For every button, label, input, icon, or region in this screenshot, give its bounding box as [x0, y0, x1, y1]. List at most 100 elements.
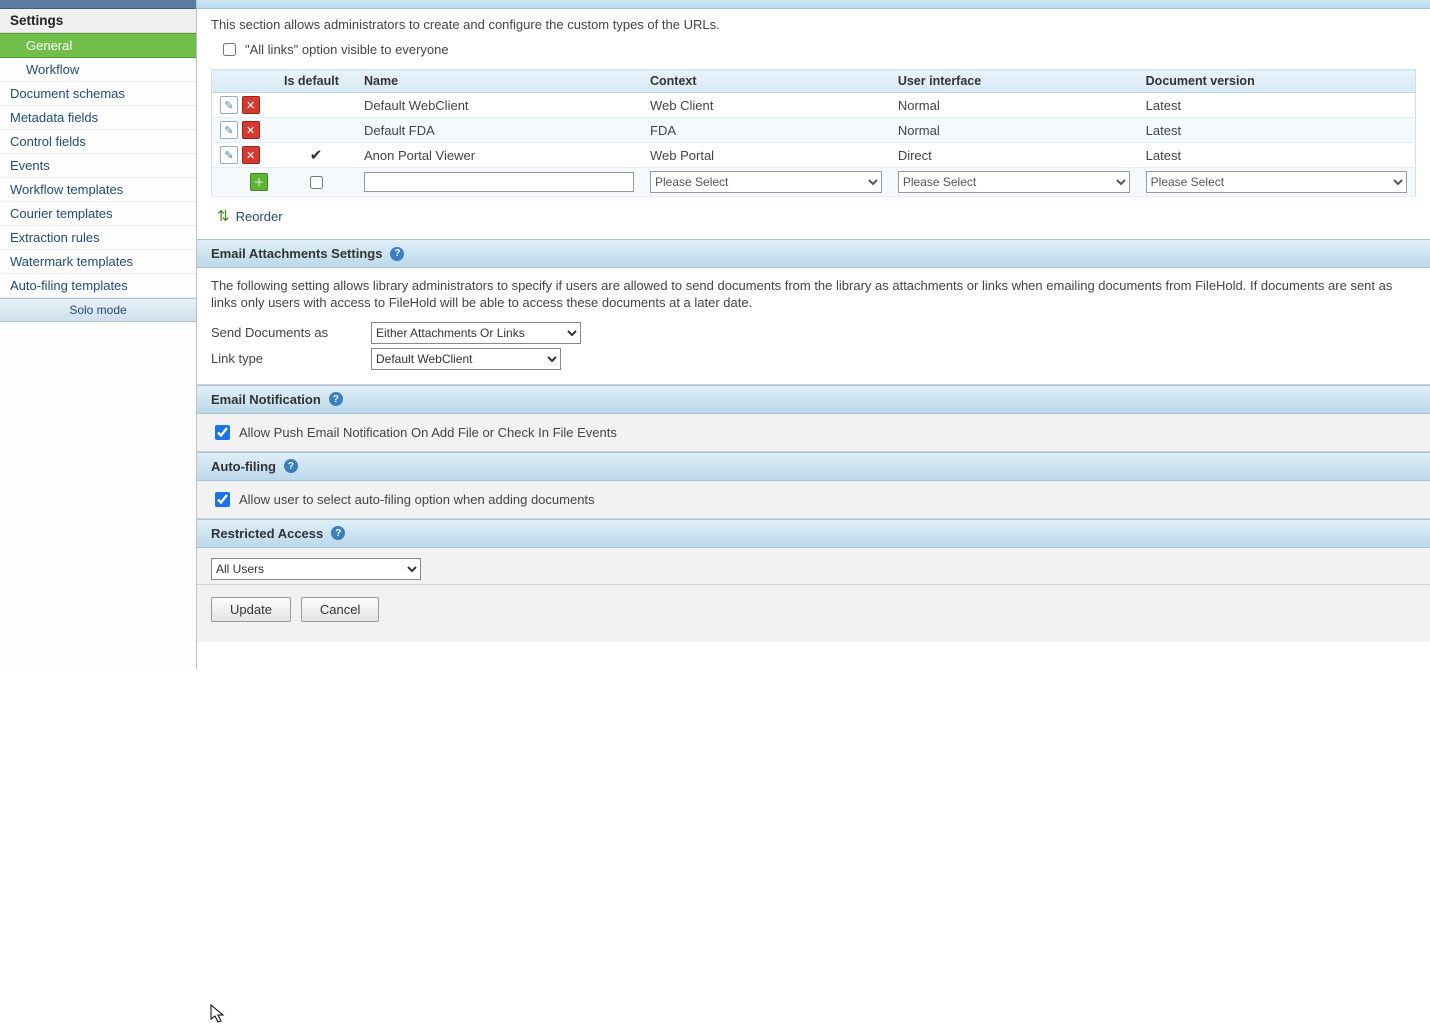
all-links-option-row: "All links" option visible to everyone [197, 36, 1430, 69]
sidebar-item-label: Workflow [26, 62, 79, 77]
section-title: Email Attachments Settings [211, 246, 382, 261]
table-row-new: ＋ Please Select Please Select Please Sel… [212, 168, 1416, 197]
allow-push-checkbox[interactable] [215, 425, 230, 440]
new-ui-select[interactable]: Please Select [898, 171, 1130, 193]
section-email-attachments-body: The following setting allows library adm… [197, 268, 1430, 385]
cell-docver: Latest [1138, 118, 1416, 143]
allow-autofiling-label: Allow user to select auto-filing option … [239, 492, 595, 507]
section-title: Restricted Access [211, 526, 323, 541]
section-email-notification-header: Email Notification ? [197, 385, 1430, 414]
edit-icon[interactable]: ✎ [220, 121, 238, 139]
edit-icon[interactable]: ✎ [220, 96, 238, 114]
all-links-label: "All links" option visible to everyone [245, 42, 449, 57]
reorder-label: Reorder [236, 209, 283, 224]
sidebar-item-label: Control fields [10, 134, 86, 149]
table-row: ✎ ✕ ✔ Anon Portal Viewer Web Portal Dire… [212, 143, 1416, 168]
sidebar-item-metadata-fields[interactable]: Metadata fields [0, 106, 196, 130]
cell-docver: Latest [1138, 143, 1416, 168]
content: This section allows administrators to cr… [197, 9, 1430, 642]
delete-icon[interactable]: ✕ [242, 96, 260, 114]
new-isdefault-checkbox[interactable] [310, 176, 323, 189]
update-button[interactable]: Update [211, 597, 291, 622]
add-icon[interactable]: ＋ [250, 173, 268, 191]
sidebar: Settings General Workflow Document schem… [0, 0, 197, 669]
table-row: ✎ ✕ Default WebClient Web Client Normal … [212, 93, 1416, 118]
col-docver-header: Document version [1138, 70, 1416, 93]
col-context-header: Context [642, 70, 890, 93]
sidebar-item-label: Auto-filing templates [10, 278, 128, 293]
sidebar-item-label: Watermark templates [10, 254, 133, 269]
email-notification-body: Allow Push Email Notification On Add Fil… [197, 414, 1430, 452]
col-isdefault-header: Is default [276, 70, 356, 93]
new-context-select[interactable]: Please Select [650, 171, 882, 193]
url-section-intro: This section allows administrators to cr… [197, 9, 1430, 36]
col-ui-header: User interface [890, 70, 1138, 93]
sidebar-item-workflow-templates[interactable]: Workflow templates [0, 178, 196, 202]
sidebar-item-label: Extraction rules [10, 230, 100, 245]
edit-icon[interactable]: ✎ [220, 146, 238, 164]
mouse-cursor-icon [210, 1004, 226, 1024]
sidebar-item-autofiling-templates[interactable]: Auto-filing templates [0, 274, 196, 298]
cancel-button[interactable]: Cancel [301, 597, 379, 622]
url-types-table: Is default Name Context User interface D… [211, 69, 1416, 197]
restricted-access-select[interactable]: All Users [211, 558, 421, 580]
sidebar-item-general[interactable]: General [0, 33, 196, 58]
section-auto-filing-header: Auto-filing ? [197, 452, 1430, 481]
delete-icon[interactable]: ✕ [242, 146, 260, 164]
cell-name: Default WebClient [356, 93, 642, 118]
solo-mode-label: Solo mode [69, 303, 126, 317]
sidebar-item-extraction-rules[interactable]: Extraction rules [0, 226, 196, 250]
main-panel: This section allows administrators to cr… [197, 0, 1430, 669]
cell-isdefault: ✔ [276, 143, 356, 168]
sidebar-item-label: Courier templates [10, 206, 113, 221]
cell-context: FDA [642, 118, 890, 143]
cell-ui: Normal [890, 118, 1138, 143]
link-type-label: Link type [211, 351, 371, 366]
help-icon[interactable]: ? [284, 459, 298, 473]
sidebar-top-strip [0, 0, 196, 9]
cell-name: Anon Portal Viewer [356, 143, 642, 168]
help-icon[interactable]: ? [329, 392, 343, 406]
sidebar-item-workflow[interactable]: Workflow [0, 58, 196, 82]
cell-ui: Direct [890, 143, 1138, 168]
all-links-checkbox[interactable] [223, 43, 236, 56]
send-documents-select[interactable]: Either Attachments Or Links [371, 322, 581, 344]
sidebar-item-document-schemas[interactable]: Document schemas [0, 82, 196, 106]
col-name-header: Name [356, 70, 642, 93]
new-name-input[interactable] [364, 172, 634, 192]
sidebar-item-label: Events [10, 158, 50, 173]
help-icon[interactable]: ? [390, 247, 404, 261]
cell-name: Default FDA [356, 118, 642, 143]
sidebar-item-events[interactable]: Events [0, 154, 196, 178]
cell-context: Web Client [642, 93, 890, 118]
send-documents-label: Send Documents as [211, 325, 371, 340]
main-top-strip [197, 0, 1430, 9]
sidebar-item-label: Metadata fields [10, 110, 98, 125]
sidebar-item-control-fields[interactable]: Control fields [0, 130, 196, 154]
new-docver-select[interactable]: Please Select [1146, 171, 1407, 193]
section-title: Email Notification [211, 392, 321, 407]
sidebar-item-courier-templates[interactable]: Courier templates [0, 202, 196, 226]
help-icon[interactable]: ? [331, 526, 345, 540]
sidebar-solo-mode[interactable]: Solo mode [0, 298, 196, 322]
section-email-attachments-header: Email Attachments Settings ? [197, 239, 1430, 268]
section-restricted-access-header: Restricted Access ? [197, 519, 1430, 548]
allow-push-label: Allow Push Email Notification On Add Fil… [239, 425, 617, 440]
app-root: Settings General Workflow Document schem… [0, 0, 1430, 669]
cell-docver: Latest [1138, 93, 1416, 118]
email-attachments-description: The following setting allows library adm… [211, 278, 1416, 312]
reorder-icon: ⇅ [217, 207, 230, 225]
delete-icon[interactable]: ✕ [242, 121, 260, 139]
action-buttons: Update Cancel [197, 585, 1430, 642]
reorder-link[interactable]: ⇅ Reorder [197, 203, 1430, 239]
link-type-select[interactable]: Default WebClient [371, 348, 561, 370]
allow-autofiling-checkbox[interactable] [215, 492, 230, 507]
col-actions-header [212, 70, 277, 93]
sidebar-item-watermark-templates[interactable]: Watermark templates [0, 250, 196, 274]
cell-isdefault [276, 118, 356, 143]
sidebar-heading: Settings [0, 9, 196, 33]
table-row: ✎ ✕ Default FDA FDA Normal Latest [212, 118, 1416, 143]
cell-isdefault [276, 93, 356, 118]
section-title: Auto-filing [211, 459, 276, 474]
sidebar-item-label: Workflow templates [10, 182, 123, 197]
